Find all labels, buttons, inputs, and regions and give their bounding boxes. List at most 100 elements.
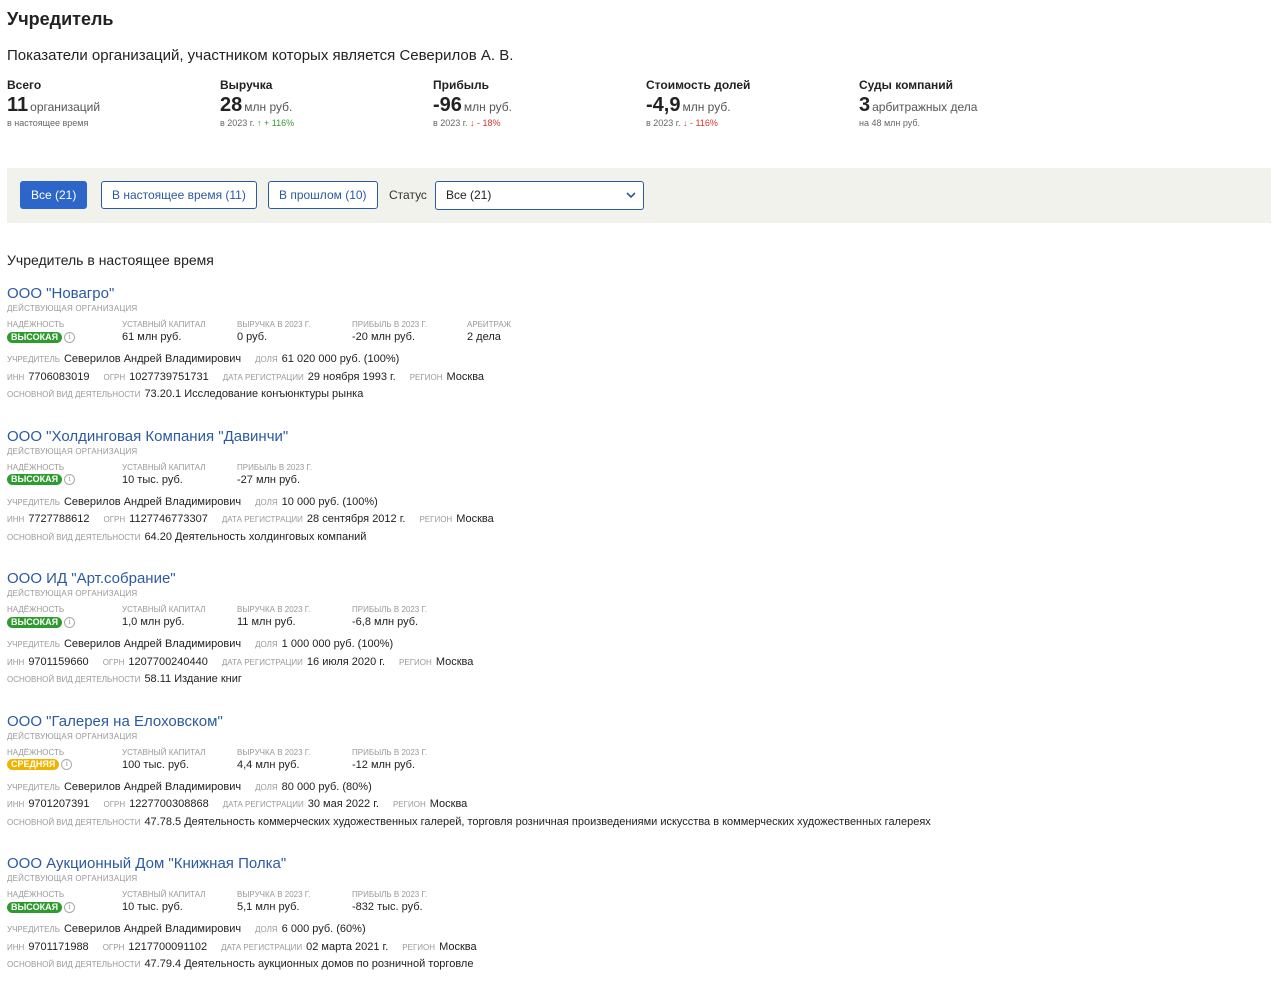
ogrn-label: ОГРН <box>102 942 125 952</box>
founder-value[interactable]: Северилов Андрей Владимирович <box>64 353 241 365</box>
company-card: ООО "Новагро" Действующая организация Надё… <box>7 285 1267 428</box>
reg-date-label: Дата регистрации <box>222 800 304 809</box>
founder-row: Учредитель Северилов Андрей Владимирович д… <box>7 636 1267 654</box>
metric-revenue-label: Выручка в 2023 г. <box>237 320 311 329</box>
stat-note-text: на 48 млн руб. <box>859 118 921 128</box>
reg-date-value: 16 июля 2020 г. <box>306 655 386 668</box>
metric-capital-label: Уставный капитал <box>122 320 206 329</box>
activity-label: Основной вид деятельности <box>7 390 141 399</box>
founder-label: Учредитель <box>7 782 60 792</box>
company-name-link[interactable]: ООО "Холдинговая Компания "Давинчи" <box>7 428 1267 446</box>
founder-value[interactable]: Северилов Андрей Владимирович <box>64 923 241 935</box>
founder-value[interactable]: Северилов Андрей Владимирович <box>64 781 241 793</box>
status-select[interactable]: Все (21) <box>435 181 644 210</box>
region-label: Регион <box>392 800 426 809</box>
reg-date-label: Дата регистрации <box>221 657 303 667</box>
metric-capital-label: Уставный капитал <box>122 605 206 614</box>
activity-row: Основной вид деятельности 47.79.4 Деятель… <box>7 956 1267 974</box>
stat-change: ↑ + 116% <box>257 118 295 128</box>
metric-profit-value: -832 тыс. руб. <box>352 901 423 913</box>
inn-value: 9701207391 <box>28 798 90 810</box>
metric-reliability: Надёжность ВЫСОКАЯ i <box>7 605 122 629</box>
metric-revenue-value: 4,4 млн руб. <box>237 758 300 771</box>
metric-profit-label: Прибыль в 2023 г. <box>352 747 428 757</box>
registry-row: ИНН 7727788612 ОГРН 1127746773307 Дата регис… <box>7 511 1267 529</box>
founder-value[interactable]: Северилов Андрей Владимирович <box>64 638 241 650</box>
ogrn-label: ОГРН <box>103 372 126 382</box>
metric-capital-value: 61 млн руб. <box>122 331 182 343</box>
company-name-link[interactable]: ООО ИД "Арт.собрание" <box>7 570 1267 588</box>
metric-capital-value: 10 тыс. руб. <box>122 473 183 486</box>
reliability-badge: ВЫСОКАЯ <box>7 331 63 343</box>
region-label: Регион <box>409 372 443 382</box>
stat-main: -4,9 млн руб. <box>646 94 859 118</box>
share-value: 61 020 000 руб. (100%) <box>281 353 400 365</box>
metric-reliability-value: СРЕДНЯЯ i <box>7 759 122 771</box>
company-name-link[interactable]: ООО "Галерея на Елоховском" <box>7 713 1267 731</box>
page-title: Учредитель <box>7 9 114 29</box>
stat-label: Прибыль <box>433 78 489 92</box>
stat-value: -4,9 <box>646 94 681 116</box>
region-value: Москва <box>456 513 494 525</box>
filter-current-button[interactable]: В настоящее время (11) <box>101 181 257 209</box>
metric-revenue: Выручка в 2023 г. 4,4 млн руб. <box>237 748 352 772</box>
filter-all-button[interactable]: Все (21) <box>20 181 88 209</box>
stat-value: -96 <box>433 94 462 116</box>
company-name-link[interactable]: ООО Аукционный Дом "Книжная Полка" <box>7 855 1267 873</box>
activity-row: Основной вид деятельности 73.20.1 Исследо… <box>7 386 1267 404</box>
stat-main: 3 арбитражных дела <box>859 94 1072 118</box>
metric-capital: Уставный капитал 10 тыс. руб. <box>122 890 237 914</box>
metric-reliability: Надёжность СРЕДНЯЯ i <box>7 748 122 772</box>
metric-arbitration: Арбитраж 2 дела <box>467 320 582 344</box>
filter-past-button[interactable]: В прошлом (10) <box>268 181 378 209</box>
metric-profit: Прибыль в 2023 г. -20 млн руб. <box>352 320 467 344</box>
founder-label: Учредитель <box>7 355 60 364</box>
reg-date-value: 30 мая 2022 г. <box>307 798 379 810</box>
metric-reliability-label: Надёжность <box>7 747 65 757</box>
stat-block: Всего 11 организаций в настоящее время <box>7 78 220 132</box>
company-name-link[interactable]: ООО "Новагро" <box>7 285 1267 303</box>
activity-label: Основной вид деятельности <box>7 817 141 827</box>
reg-date-value: 29 ноября 1993 г. <box>307 370 396 383</box>
metric-profit: Прибыль в 2023 г. -832 тыс. руб. <box>352 890 467 914</box>
metric-reliability-label: Надёжность <box>7 320 65 329</box>
company-card: ООО Аукционный Дом "Книжная Полка" Действ… <box>7 855 1267 998</box>
metric-capital-value: 100 тыс. руб. <box>122 758 189 771</box>
region-value: Москва <box>429 798 468 810</box>
metric-reliability: Надёжность ВЫСОКАЯ i <box>7 463 122 487</box>
metric-reliability: Надёжность ВЫСОКАЯ i <box>7 320 122 344</box>
inn-label: ИНН <box>7 515 25 524</box>
reg-date-label: Дата регистрации <box>222 372 304 382</box>
company-status: Действующая организация <box>7 731 138 741</box>
metric-reliability-label: Надёжность <box>7 462 65 472</box>
inn-value: 9701171988 <box>28 940 89 953</box>
activity-value: 47.79.4 Деятельность аукционных домов по… <box>144 958 474 970</box>
region-value: Москва <box>439 940 477 953</box>
company-metrics: Надёжность СРЕДНЯЯ i Уставный капитал 100 ты… <box>7 748 1267 772</box>
info-icon[interactable]: i <box>64 331 76 343</box>
founder-row: Учредитель Северилов Андрей Владимирович д… <box>7 494 1267 512</box>
company-metrics: Надёжность ВЫСОКАЯ i Уставный капитал 10 тыс… <box>7 463 1267 487</box>
activity-row: Основной вид деятельности 58.11 Издание к… <box>7 671 1267 689</box>
stat-note: в 2023 г. ↓ - 18% <box>433 118 646 132</box>
metric-profit-label: Прибыль в 2023 г. <box>352 605 428 614</box>
info-icon[interactable]: i <box>64 616 76 628</box>
share-value: 6 000 руб. (60%) <box>281 923 366 935</box>
company-card: ООО ИД "Арт.собрание" Действующая организ… <box>7 570 1267 713</box>
reliability-badge: ВЫСОКАЯ <box>7 474 63 486</box>
metric-capital-value: 1,0 млн руб. <box>122 616 185 628</box>
info-icon[interactable]: i <box>61 759 73 771</box>
reg-date-value: 02 марта 2021 г. <box>306 940 389 953</box>
stat-unit: арбитражных дела <box>872 100 978 114</box>
info-icon[interactable]: i <box>64 474 76 486</box>
info-icon[interactable]: i <box>64 901 76 913</box>
inn-label: ИНН <box>7 657 25 667</box>
share-label: доля <box>255 355 278 364</box>
share-value: 10 000 руб. (100%) <box>281 495 378 508</box>
metric-reliability-value: ВЫСОКАЯ i <box>7 474 122 486</box>
founder-value[interactable]: Северилов Андрей Владимирович <box>64 496 241 508</box>
stat-note: в 2023 г. ↑ + 116% <box>220 118 433 132</box>
metric-revenue-value: 0 руб. <box>237 331 268 343</box>
activity-row: Основной вид деятельности 64.20 Деятельно… <box>7 529 1267 547</box>
filter-bar: Все (21) В настоящее время (11) В прошло… <box>7 168 1271 223</box>
